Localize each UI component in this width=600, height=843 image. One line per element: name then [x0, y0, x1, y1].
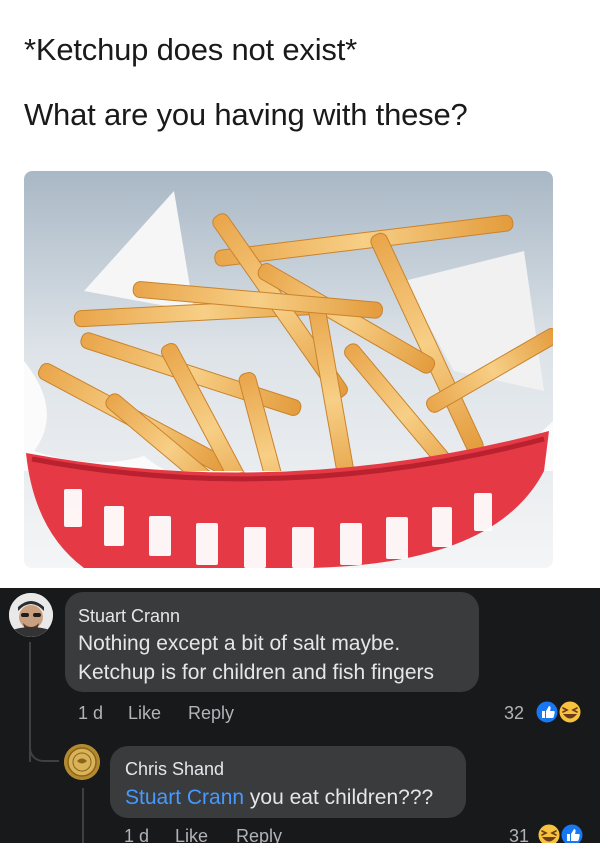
comment-text-body: you eat children???	[244, 786, 434, 809]
comment-author[interactable]: Chris Shand	[125, 759, 224, 780]
meme-post: *Ketchup does not exist* What are you ha…	[0, 0, 600, 588]
haha-icon	[557, 699, 583, 725]
french-fries-basket-image	[24, 171, 553, 568]
comments-section: Stuart Crann Nothing except a bit of sal…	[0, 588, 600, 843]
like-icon	[534, 699, 560, 725]
thread-line-reply	[82, 788, 84, 843]
comment-text: Stuart Crann you eat children???	[125, 786, 433, 810]
comment-timestamp[interactable]: 1 d	[78, 703, 103, 724]
haha-icon	[536, 822, 562, 843]
reaction-count[interactable]: 31	[509, 826, 529, 843]
comment-text-line-1: Nothing except a bit of salt maybe.	[78, 632, 401, 655]
like-icon	[559, 822, 585, 843]
like-button[interactable]: Like	[128, 703, 161, 724]
post-caption-line-1: *Ketchup does not exist*	[24, 32, 357, 67]
reply-button[interactable]: Reply	[236, 826, 282, 843]
reactions-summary[interactable]	[536, 822, 588, 843]
reply-button[interactable]: Reply	[188, 703, 234, 724]
thread-connector	[29, 740, 59, 762]
coin-avatar-icon	[64, 744, 100, 780]
post-caption-line-2: What are you having with these?	[24, 97, 468, 132]
avatar[interactable]	[64, 744, 100, 780]
avatar[interactable]	[9, 593, 53, 637]
profile-photo-icon	[9, 593, 53, 637]
comment-text-line-2: Ketchup is for children and fish fingers	[78, 661, 435, 684]
reaction-count[interactable]: 32	[504, 703, 524, 724]
comment-author[interactable]: Stuart Crann	[78, 606, 180, 627]
like-button[interactable]: Like	[175, 826, 208, 843]
reactions-summary[interactable]	[534, 699, 586, 725]
mention-link[interactable]: Stuart Crann	[125, 786, 244, 809]
french-fries-photo	[24, 171, 553, 568]
comment-timestamp[interactable]: 1 d	[124, 826, 149, 843]
